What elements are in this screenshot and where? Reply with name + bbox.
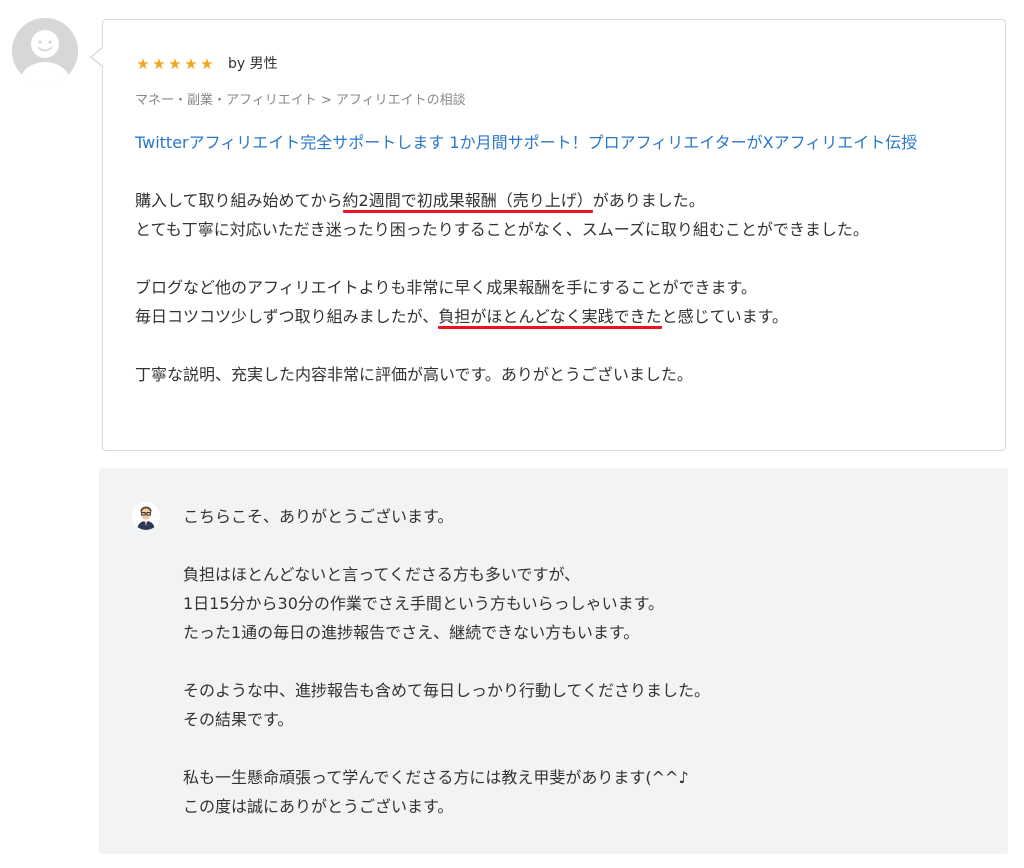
reply-line: その結果です。: [183, 710, 294, 729]
review-line: 毎日コツコツ少しずつ取り組みましたが、負担がほとんどなく実践できたと感じています…: [135, 302, 973, 331]
reply-line: この度は誠にありがとうございます。: [183, 797, 454, 816]
reviewer-avatar: [12, 18, 78, 84]
review-text-segment: 毎日コツコツ少しずつ取り組みましたが、: [135, 307, 439, 326]
user-silhouette-icon: [12, 18, 78, 84]
rating-row: ★ ★ ★ ★ ★ by 男性: [135, 54, 278, 74]
review-line: 購入して取り組み始めてから約2週間で初成果報酬（売り上げ）がありました。: [135, 186, 973, 215]
star-icon: ★: [152, 55, 166, 73]
star-icon: ★: [136, 55, 150, 73]
review-line: ブログなど他のアフィリエイトよりも非常に早く成果報酬を手にすることができます。: [135, 278, 757, 297]
seller-reply: こちらこそ、ありがとうございます。 負担はほとんどないと言ってくださる方も多いで…: [99, 468, 1008, 854]
highlighted-text: 約2週間で初成果報酬（売り上げ）: [342, 191, 593, 213]
star-icon: ★: [200, 55, 214, 73]
review-line: とても丁寧に対応いただき迷ったり困ったりすることがなく、スムーズに取り組むことが…: [135, 220, 869, 239]
reply-line: そのような中、進捗報告も含めて毎日しっかり行動してくださりました。: [183, 681, 711, 700]
star-icon: ★: [184, 55, 198, 73]
review-line: 丁寧な説明、充実した内容非常に評価が高いです。ありがとうございました。: [135, 365, 693, 384]
star-icon: ★: [168, 55, 182, 73]
review-card: ★ ★ ★ ★ ★ by 男性 マネー・副業・アフィリエイト > アフィリエイト…: [90, 19, 1006, 451]
reply-line: 私も一生懸命頑張って学んでくださる方には教え甲斐があります(^^♪: [183, 768, 689, 787]
review-text-segment: がありました。: [592, 191, 705, 210]
reply-line: 負担はほとんどないと言ってくださる方も多いですが、: [183, 565, 581, 584]
reply-line: たった1通の毎日の進捗報告でさえ、継続できない方もいます。: [183, 623, 640, 642]
review-text-segment: と感じています。: [661, 307, 788, 326]
reply-line: 1日15分から30分の作業でさえ手間という方もいらっしゃいます。: [183, 594, 664, 613]
seller-portrait-icon: [132, 502, 160, 530]
reviewer-label: by 男性: [228, 56, 278, 72]
reply-line: こちらこそ、ありがとうございます。: [183, 507, 454, 526]
seller-avatar: [132, 502, 160, 530]
review-text: 購入して取り組み始めてから約2週間で初成果報酬（売り上げ）がありました。 とても…: [135, 186, 973, 389]
star-rating: ★ ★ ★ ★ ★: [135, 54, 215, 74]
highlighted-text: 負担がほとんどなく実践できた: [438, 307, 662, 329]
category-breadcrumb: マネー・副業・アフィリエイト > アフィリエイトの相談: [135, 93, 466, 108]
reply-text: こちらこそ、ありがとうございます。 負担はほとんどないと言ってくださる方も多いで…: [183, 502, 963, 821]
service-title-link[interactable]: Twitterアフィリエイト完全サポートします 1か月間サポート！プロアフィリエ…: [135, 128, 973, 157]
review-text-segment: 購入して取り組み始めてから: [135, 191, 343, 210]
